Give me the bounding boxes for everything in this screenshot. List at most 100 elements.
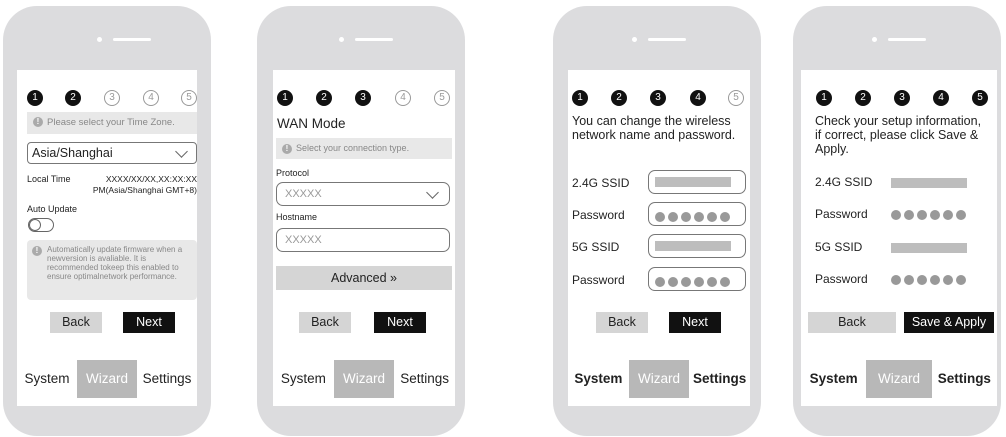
password-5g-label: Password bbox=[815, 272, 868, 286]
tab-system[interactable]: System bbox=[273, 360, 334, 398]
step-3: 3 bbox=[894, 90, 910, 106]
local-time-label: Local Time bbox=[27, 174, 71, 184]
password-dot bbox=[694, 212, 704, 222]
password-dot bbox=[917, 210, 927, 220]
tab-system[interactable]: System bbox=[568, 360, 629, 398]
password-24g-label: Password bbox=[815, 207, 868, 221]
step-1: 1 bbox=[572, 90, 588, 106]
ssid-5g-input[interactable] bbox=[648, 234, 746, 258]
password-dot bbox=[930, 210, 940, 220]
password-dot bbox=[668, 277, 678, 287]
tab-settings[interactable]: Settings bbox=[394, 360, 455, 398]
next-button[interactable]: Next bbox=[123, 312, 175, 333]
info-icon: ! bbox=[282, 143, 292, 154]
password-dot bbox=[930, 275, 940, 285]
chevron-down-icon bbox=[175, 145, 188, 158]
wizard-screen-summary: 1 2 3 4 5 Check your setup information, … bbox=[801, 70, 997, 406]
local-time-value-2: PM(Asia/Shanghai GMT+8) bbox=[92, 185, 197, 195]
protocol-select[interactable]: XXXXX bbox=[276, 182, 450, 206]
tab-system[interactable]: System bbox=[801, 360, 866, 398]
info-text: Please select your Time Zone. bbox=[47, 117, 175, 128]
phone-frame-3: 1 2 3 4 5 You can change the wireless ne… bbox=[553, 6, 761, 436]
step-2: 2 bbox=[855, 90, 871, 106]
bottom-tab-bar: System Wizard Settings bbox=[568, 360, 750, 398]
step-5: 5 bbox=[181, 90, 197, 106]
timezone-select[interactable]: Asia/Shanghai bbox=[27, 142, 197, 164]
step-indicator: 1 2 3 4 5 bbox=[17, 90, 197, 108]
tab-wizard[interactable]: Wizard bbox=[333, 360, 395, 398]
timezone-value: Asia/Shanghai bbox=[32, 146, 113, 160]
bottom-tab-bar: System Wizard Settings bbox=[273, 360, 455, 398]
password-dot bbox=[956, 275, 966, 285]
camera-dot bbox=[872, 37, 877, 42]
tab-settings[interactable]: Settings bbox=[689, 360, 750, 398]
next-button[interactable]: Next bbox=[669, 312, 721, 333]
password-dot bbox=[694, 277, 704, 287]
password-dot bbox=[904, 275, 914, 285]
step-4: 4 bbox=[933, 90, 949, 106]
ssid-24g-input[interactable] bbox=[648, 170, 746, 194]
ssid-5g-label: 5G SSID bbox=[815, 240, 863, 254]
password-24g-label: Password bbox=[572, 208, 625, 222]
password-dot bbox=[681, 277, 691, 287]
back-button[interactable]: Back bbox=[50, 312, 102, 333]
speaker-bar bbox=[888, 38, 926, 41]
password-dot bbox=[720, 212, 730, 222]
back-button[interactable]: Back bbox=[299, 312, 351, 333]
advanced-button[interactable]: Advanced » bbox=[276, 266, 452, 290]
bottom-tab-bar: System Wizard Settings bbox=[17, 360, 197, 398]
hostname-input[interactable]: XXXXX bbox=[276, 228, 450, 252]
password-5g-label: Password bbox=[572, 273, 625, 287]
step-4: 4 bbox=[395, 90, 411, 106]
step-indicator: 1 2 3 4 5 bbox=[568, 90, 750, 108]
tab-wizard[interactable]: Wizard bbox=[866, 360, 932, 398]
tab-wizard[interactable]: Wizard bbox=[628, 360, 690, 398]
info-text: Select your connection type. bbox=[296, 143, 410, 153]
step-1: 1 bbox=[816, 90, 832, 106]
description-text: Check your setup information, if correct… bbox=[815, 114, 982, 156]
ssid-24g-label: 2.4G SSID bbox=[815, 175, 873, 189]
password-dot bbox=[655, 212, 665, 222]
tab-wizard[interactable]: Wizard bbox=[77, 360, 137, 398]
tab-settings[interactable]: Settings bbox=[137, 360, 197, 398]
info-icon: ! bbox=[32, 246, 42, 256]
password-5g-value bbox=[891, 272, 991, 290]
next-button[interactable]: Next bbox=[374, 312, 426, 333]
step-5: 5 bbox=[728, 90, 744, 106]
tab-settings[interactable]: Settings bbox=[932, 360, 997, 398]
hostname-value: XXXXX bbox=[285, 234, 322, 246]
password-dot bbox=[707, 277, 717, 287]
step-5: 5 bbox=[434, 90, 450, 106]
save-apply-button[interactable]: Save & Apply bbox=[904, 312, 994, 333]
auto-update-toggle[interactable] bbox=[28, 218, 54, 232]
step-2: 2 bbox=[316, 90, 332, 106]
step-3: 3 bbox=[104, 90, 120, 106]
step-3: 3 bbox=[355, 90, 371, 106]
password-dot bbox=[891, 210, 901, 220]
ssid-5g-value bbox=[891, 243, 967, 253]
ssid-24g-value bbox=[891, 178, 967, 188]
back-button[interactable]: Back bbox=[808, 312, 896, 333]
password-dot bbox=[707, 212, 717, 222]
password-dot bbox=[655, 277, 665, 287]
hostname-label: Hostname bbox=[276, 212, 318, 222]
step-2: 2 bbox=[611, 90, 627, 106]
step-4: 4 bbox=[143, 90, 159, 106]
phone-frame-4: 1 2 3 4 5 Check your setup information, … bbox=[793, 6, 1001, 436]
tab-system[interactable]: System bbox=[17, 360, 77, 398]
wizard-screen-wan: 1 2 3 4 5 WAN Mode ! Select your connecti… bbox=[273, 70, 455, 406]
password-dot bbox=[681, 212, 691, 222]
password-5g-input[interactable] bbox=[648, 267, 746, 291]
step-1: 1 bbox=[27, 90, 43, 106]
ssid-value-placeholder bbox=[655, 241, 731, 251]
speaker-bar bbox=[355, 38, 393, 41]
camera-dot bbox=[97, 37, 102, 42]
toggle-knob bbox=[29, 219, 41, 231]
password-24g-input[interactable] bbox=[648, 202, 746, 226]
info-banner: ! Please select your Time Zone. bbox=[27, 112, 197, 134]
step-2: 2 bbox=[65, 90, 81, 106]
ssid-value-placeholder bbox=[655, 177, 731, 187]
password-dot bbox=[720, 277, 730, 287]
auto-update-note: Automatically update firmware when a new… bbox=[47, 245, 183, 281]
back-button[interactable]: Back bbox=[596, 312, 648, 333]
